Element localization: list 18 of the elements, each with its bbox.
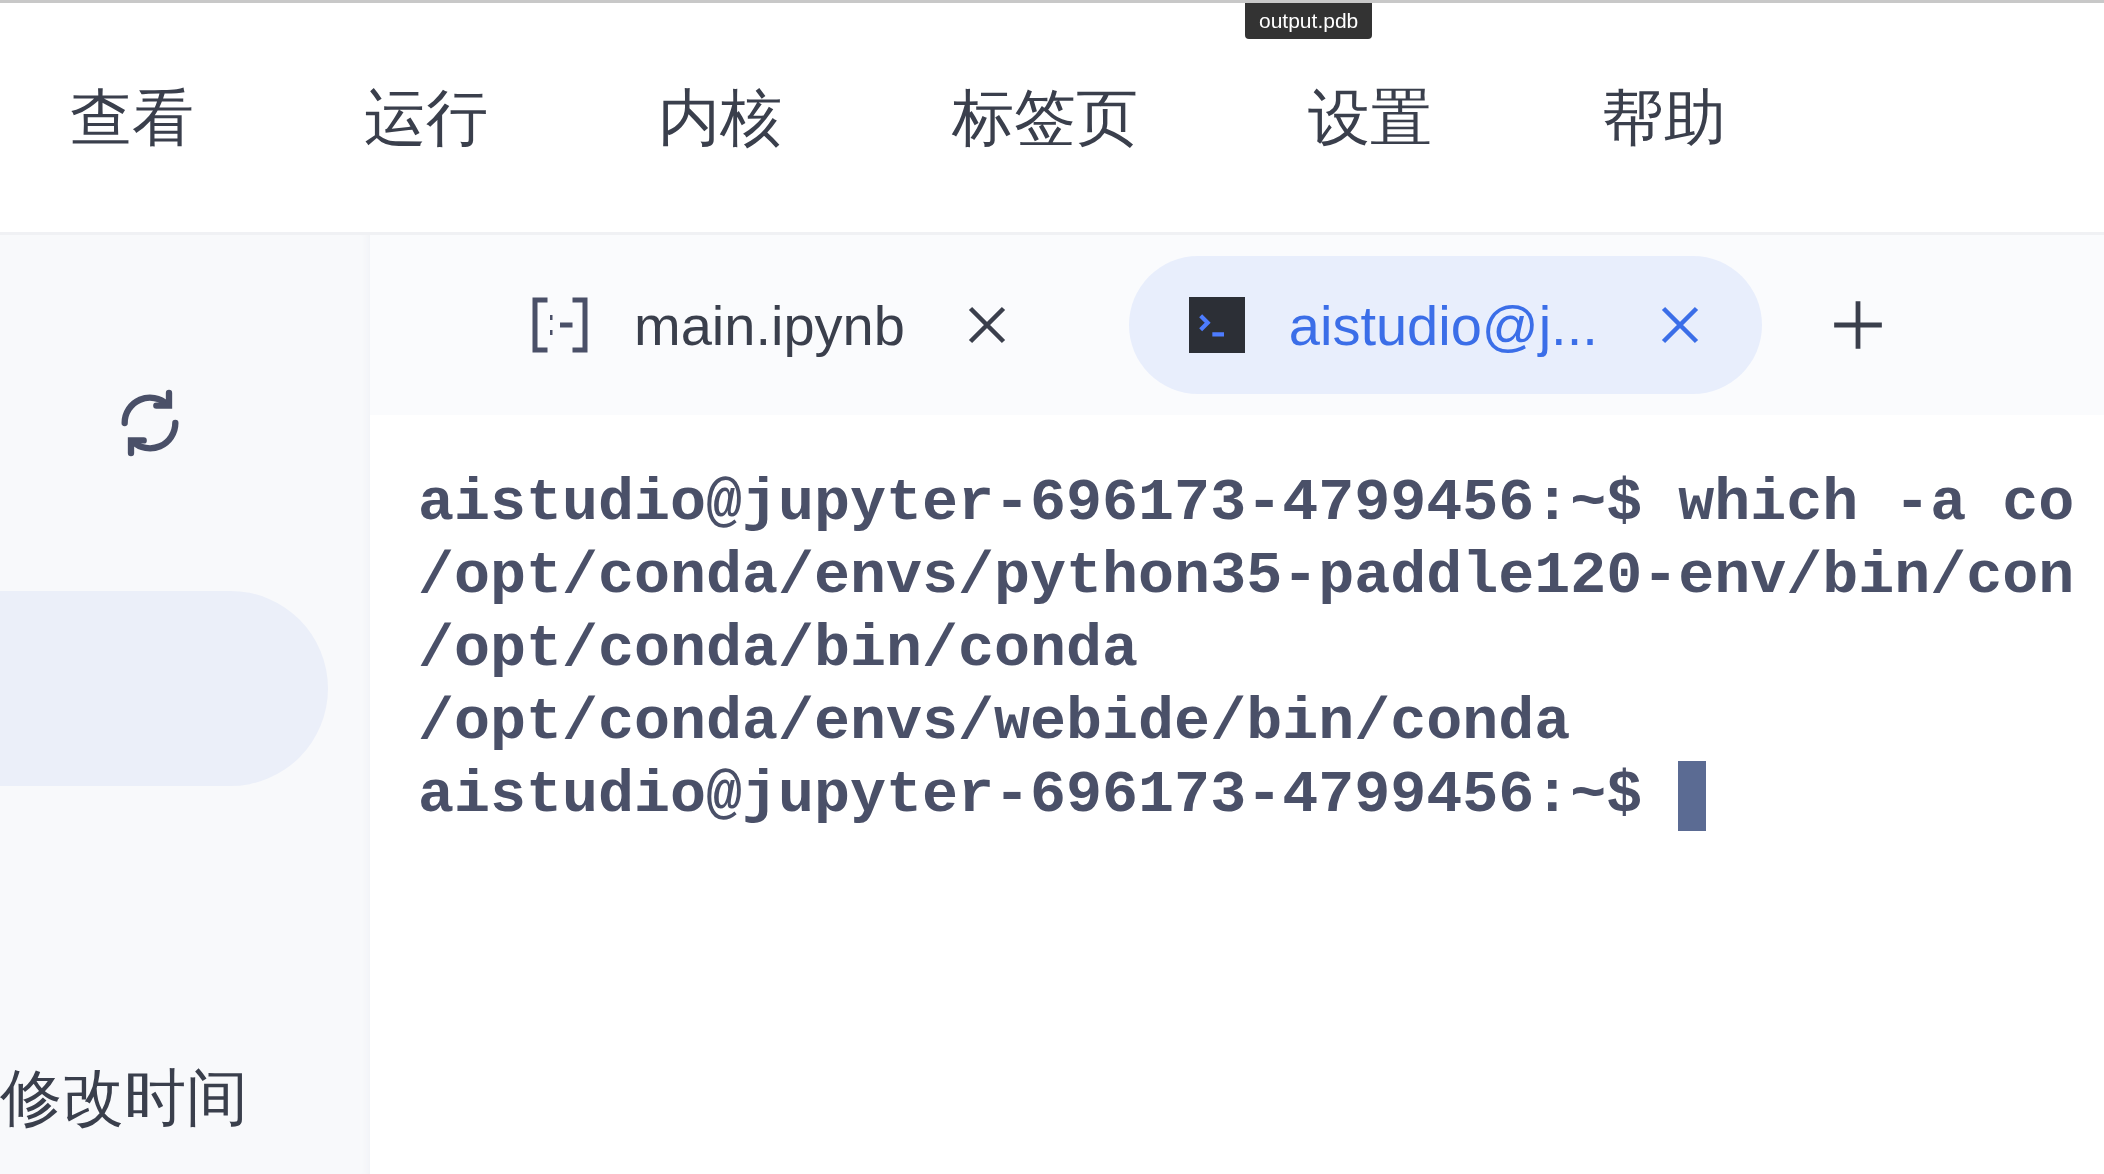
menu-item[interactable]: 查看: [70, 75, 194, 160]
terminal-line: aistudio@jupyter-696173-4799456:~$: [418, 760, 1644, 831]
menu-item[interactable]: 帮助: [1602, 75, 1726, 160]
tab[interactable]: aistudio@j...: [1128, 256, 1762, 394]
menu-item[interactable]: 设置: [1308, 75, 1432, 160]
terminal-line: aistudio@jupyter-696173-4799456:~$ which -a co: [418, 468, 2075, 539]
terminal-line: /opt/conda/envs/webide/bin/conda: [418, 687, 1571, 758]
notebook-icon: [530, 295, 590, 355]
terminal-icon: [1188, 297, 1245, 353]
menu-item[interactable]: 内核: [658, 75, 782, 160]
menu-item[interactable]: 运行: [364, 75, 488, 160]
add-tab-icon[interactable]: [1831, 299, 1884, 351]
tab[interactable]: main.ipynb: [470, 256, 1069, 394]
terminal-line: /opt/conda/envs/python35-paddle120-env/bin/con: [418, 541, 2075, 612]
column-header[interactable]: 修改时间: [0, 1056, 370, 1140]
tooltip: output.pdb: [1245, 3, 1373, 39]
terminal-line: /opt/conda/bin/conda: [418, 614, 1139, 685]
menu-item[interactable]: 标签页: [952, 75, 1138, 160]
